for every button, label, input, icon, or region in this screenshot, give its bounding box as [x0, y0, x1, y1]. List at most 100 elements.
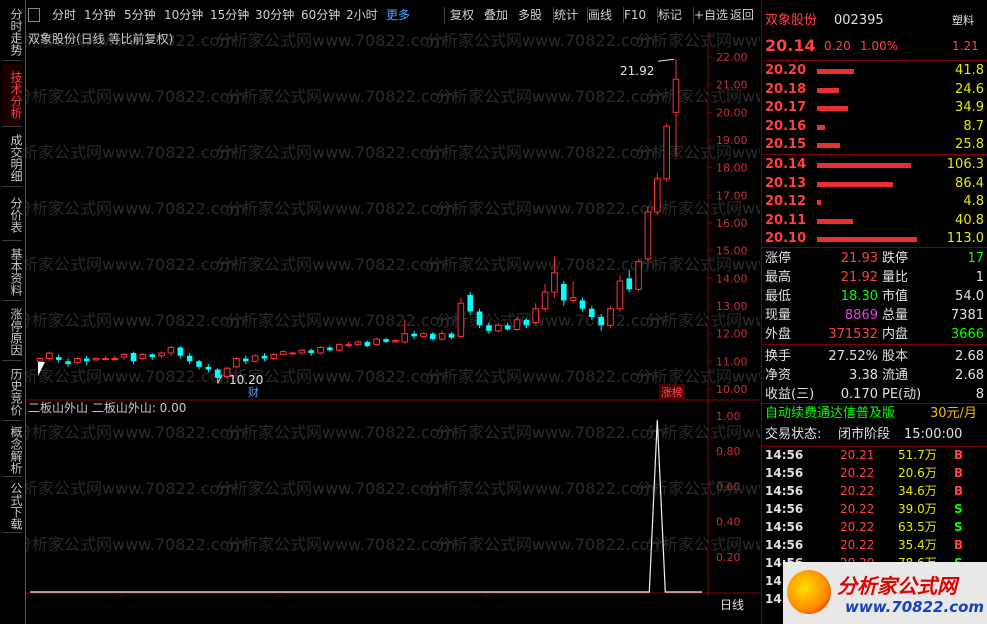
book-bar	[817, 87, 839, 93]
book-price: 20.16	[765, 118, 807, 134]
candle-body	[438, 333, 446, 340]
tick-price: 20.22	[840, 484, 875, 498]
candle-body	[672, 78, 680, 113]
candle-body	[411, 333, 417, 337]
watermark-text: 分析家公式网www.70822.com	[436, 423, 665, 442]
watermark-text: 分析家公式网www.70822.com	[26, 143, 235, 162]
candle-body	[616, 280, 624, 310]
candle-body	[46, 352, 53, 360]
candle-body	[430, 333, 436, 340]
toolbar-sep-4	[657, 7, 658, 23]
candle-body	[383, 339, 389, 342]
period-0[interactable]: 分时	[52, 6, 76, 24]
period-6[interactable]: 60分钟	[301, 6, 340, 24]
tick-price: 20.22	[840, 538, 875, 552]
candle-body	[111, 358, 119, 361]
period-2[interactable]: 5分钟	[124, 6, 156, 24]
kline-chart[interactable]: 22.00 21.00 20.00 19.00 18.00 17.00 16.00 15.00…	[6, 31, 875, 612]
sector-tab[interactable]: 塑料	[952, 14, 974, 28]
toolbar-action-7[interactable]: +自选	[694, 6, 728, 24]
watermark-text: 分析家公式网www.70822.com	[636, 32, 760, 50]
book-price: 20.20	[765, 63, 807, 78]
y-label: 18.00	[716, 162, 748, 175]
promo-text[interactable]: 自动续费通达信普及版	[765, 405, 895, 423]
toolbar-sep-2	[587, 7, 588, 23]
book-row: 20.20 41.8	[762, 62, 987, 80]
tick-price: 20.22	[840, 466, 875, 480]
candle-body	[420, 333, 427, 337]
toolbar-action-5[interactable]: F10	[624, 6, 646, 24]
book-price: 20.15	[765, 137, 807, 152]
tick-row[interactable]: 14:56 20.22 20.6万 B	[762, 464, 987, 482]
watermark-text: 分析家公式网www.70822.com	[226, 87, 455, 106]
tick-row[interactable]: 14:56 20.22 34.6万 B	[762, 482, 987, 500]
book-price: 20.14	[765, 157, 807, 172]
left-tab-4[interactable]: 基本资料	[2, 244, 22, 301]
left-tab-1[interactable]: 技术分析	[2, 64, 22, 127]
left-tab-0[interactable]: 分时走势	[2, 4, 22, 61]
stock-code: 002395	[834, 13, 884, 28]
toolbar-sep-3	[623, 7, 624, 23]
book-row: 20.16 8.7	[762, 118, 987, 136]
ind-y-label: 0.40	[716, 516, 741, 529]
watermark-text: 分析家公式网www.70822.com	[646, 311, 760, 330]
prev-icon[interactable]	[28, 8, 40, 22]
tick-row[interactable]: 14:56 20.21 51.7万 B	[762, 446, 987, 464]
stat-label: 现量	[765, 308, 792, 323]
book-row: 20.15 25.8	[762, 136, 987, 154]
watermark-text: 分析家公式网www.70822.com	[426, 255, 655, 274]
stock-name: 双象股份	[765, 13, 818, 28]
period-3[interactable]: 10分钟	[164, 6, 203, 24]
indicator-title: 二板山外山 二板山外山: 0.00	[28, 401, 187, 415]
candle-body	[233, 358, 240, 368]
tick-row[interactable]: 14:56 20.22 63.5万 S	[762, 518, 987, 536]
left-tab-6[interactable]: 历史竞价	[2, 364, 22, 421]
candle-body	[589, 308, 595, 318]
candle-body	[74, 358, 81, 364]
period-5[interactable]: 30分钟	[255, 6, 294, 24]
tick-row[interactable]: 14:56 20.22 39.0万 S	[762, 500, 987, 518]
trade-status-label: 交易状态:	[765, 427, 822, 442]
candle-body	[177, 347, 184, 356]
toolbar-action-4[interactable]: 画线	[588, 6, 612, 24]
stat-label: 总量	[882, 308, 909, 323]
toolbar-action-2[interactable]: 多股	[518, 6, 542, 24]
promo-price[interactable]: 30元/月	[930, 405, 977, 423]
side-pct: 1.21	[952, 39, 979, 53]
candle-body	[401, 333, 409, 343]
left-tab-3[interactable]: 分价表	[2, 190, 22, 241]
period-7[interactable]: 2小时	[346, 6, 378, 24]
candle-body	[130, 352, 137, 362]
toolbar-action-6[interactable]: 标记	[658, 6, 682, 24]
stat-label: 外盘	[765, 327, 792, 342]
candles	[36, 59, 680, 384]
left-tab-8[interactable]: 公式下载	[2, 480, 22, 533]
left-tab-5[interactable]: 涨停原因	[2, 304, 22, 361]
left-tab-2[interactable]: 成交明细	[2, 130, 22, 187]
stat2-label: 净资	[765, 368, 792, 383]
toolbar-action-3[interactable]: 统计	[554, 6, 578, 24]
candle-body	[364, 341, 371, 347]
book-bar	[817, 237, 917, 242]
tick-price: 20.22	[840, 502, 875, 516]
book-row: 20.14 106.3	[762, 156, 987, 174]
book-bar	[817, 163, 911, 168]
book-price: 20.13	[765, 175, 807, 191]
candle-body	[457, 302, 465, 337]
book-bar	[817, 218, 853, 224]
tick-row[interactable]: 14:56 20.22 35.4万 B	[762, 536, 987, 554]
toolbar-action-0[interactable]: 复权	[450, 6, 474, 24]
stat2-label: 收益(三)	[765, 387, 815, 402]
left-tab-bar: 分时走势技术分析成交明细分价表基本资料涨停原因历史竞价概念解析公式下载	[0, 0, 26, 624]
period-8[interactable]: 更多	[386, 6, 410, 24]
toolbar-action-1[interactable]: 叠加	[484, 6, 508, 24]
left-tab-7[interactable]: 概念解析	[2, 424, 22, 477]
period-1[interactable]: 1分钟	[84, 6, 116, 24]
book-row: 20.17 34.9	[762, 99, 987, 117]
watermark-text: 分析家公式网www.70822.com	[26, 423, 245, 442]
stat2-value: 2.68	[955, 368, 984, 383]
candle-body	[205, 366, 212, 370]
period-4[interactable]: 15分钟	[210, 6, 249, 24]
cai-label: 财	[248, 386, 259, 399]
toolbar-action-8[interactable]: 返回	[730, 6, 754, 24]
